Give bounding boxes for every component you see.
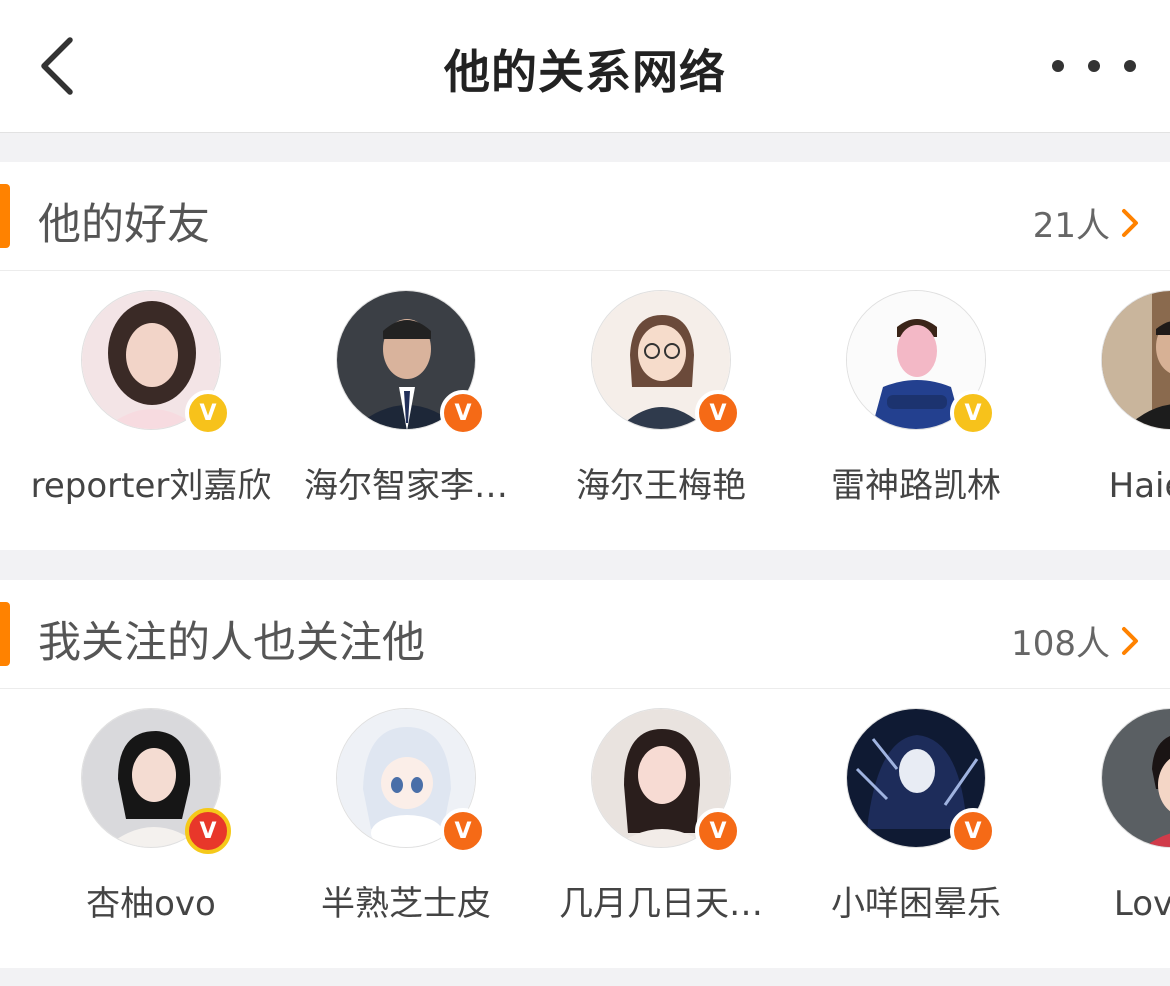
chevron-right-icon [1122,208,1138,237]
friends-count-link[interactable]: 21人 [1033,198,1140,247]
verified-badge-icon: V [440,390,486,436]
verified-badge-icon: V [695,390,741,436]
friends-count: 21人 [1032,206,1110,246]
user-card[interactable]: V 海尔智家李… [280,288,540,528]
user-name: 几月几日天… [559,884,763,924]
verified-badge-icon: V [950,390,996,436]
user-name: 小咩困晕乐 [831,884,1001,924]
user-name: 海尔智家李… [304,466,508,506]
verified-badge-icon: V [440,808,486,854]
user-card[interactable]: V 几月几日天… [535,706,795,946]
chevron-right-icon [1122,626,1138,655]
section-title: 他的好友 [38,200,210,250]
user-name: Haier全 [1108,466,1170,506]
nav-bar: 他的关系网络 [0,0,1170,133]
verified-badge-icon: V [185,390,231,436]
mutual-list: V 杏柚ovo V 半熟芝士皮 V 几月几日天… V 小咩困晕乐 Lov [0,706,1170,946]
more-button[interactable] [1052,44,1136,88]
verified-badge-icon: V [950,808,996,854]
section-accent-bar [0,184,10,248]
user-card[interactable]: V 小咩困晕乐 [790,706,1050,946]
friends-header[interactable]: 他的好友 21人 [0,162,1170,271]
avatar [1101,290,1170,430]
user-name: 半熟芝士皮 [321,884,491,924]
user-card[interactable]: Love雨 [1045,706,1170,946]
user-name: 杏柚ovo [86,884,216,924]
user-name: 海尔王梅艳 [576,466,746,506]
user-card[interactable]: V 杏柚ovo [25,706,285,946]
mutual-count-link[interactable]: 108人 [1011,616,1140,665]
user-card[interactable]: V 半熟芝士皮 [280,706,540,946]
section-accent-bar [0,602,10,666]
avatar [1101,708,1170,848]
page-title: 他的关系网络 [444,45,726,99]
mutual-follow-section: 我关注的人也关注他 108人 V 杏柚ovo V 半熟芝士皮 V 几月几日天… … [0,580,1170,968]
verified-badge-icon: V [185,808,231,854]
section-title: 我关注的人也关注他 [38,618,425,668]
user-card[interactable]: V 海尔王梅艳 [535,288,795,528]
friends-section: 他的好友 21人 V reporter刘嘉欣 V 海尔智家李… V 海尔王梅艳 … [0,162,1170,550]
user-card[interactable]: V reporter刘嘉欣 [25,288,285,528]
user-name: reporter刘嘉欣 [30,466,272,506]
user-card[interactable]: Haier全 [1045,288,1170,528]
mutual-header[interactable]: 我关注的人也关注他 108人 [0,580,1170,689]
more-dots-icon [1052,60,1064,72]
friends-list: V reporter刘嘉欣 V 海尔智家李… V 海尔王梅艳 V 雷神路凯林 H… [0,288,1170,528]
verified-badge-icon: V [695,808,741,854]
mutual-count: 108人 [1011,624,1110,664]
user-name: 雷神路凯林 [831,466,1001,506]
user-name: Love雨 [1113,884,1170,924]
user-card[interactable]: V 雷神路凯林 [790,288,1050,528]
